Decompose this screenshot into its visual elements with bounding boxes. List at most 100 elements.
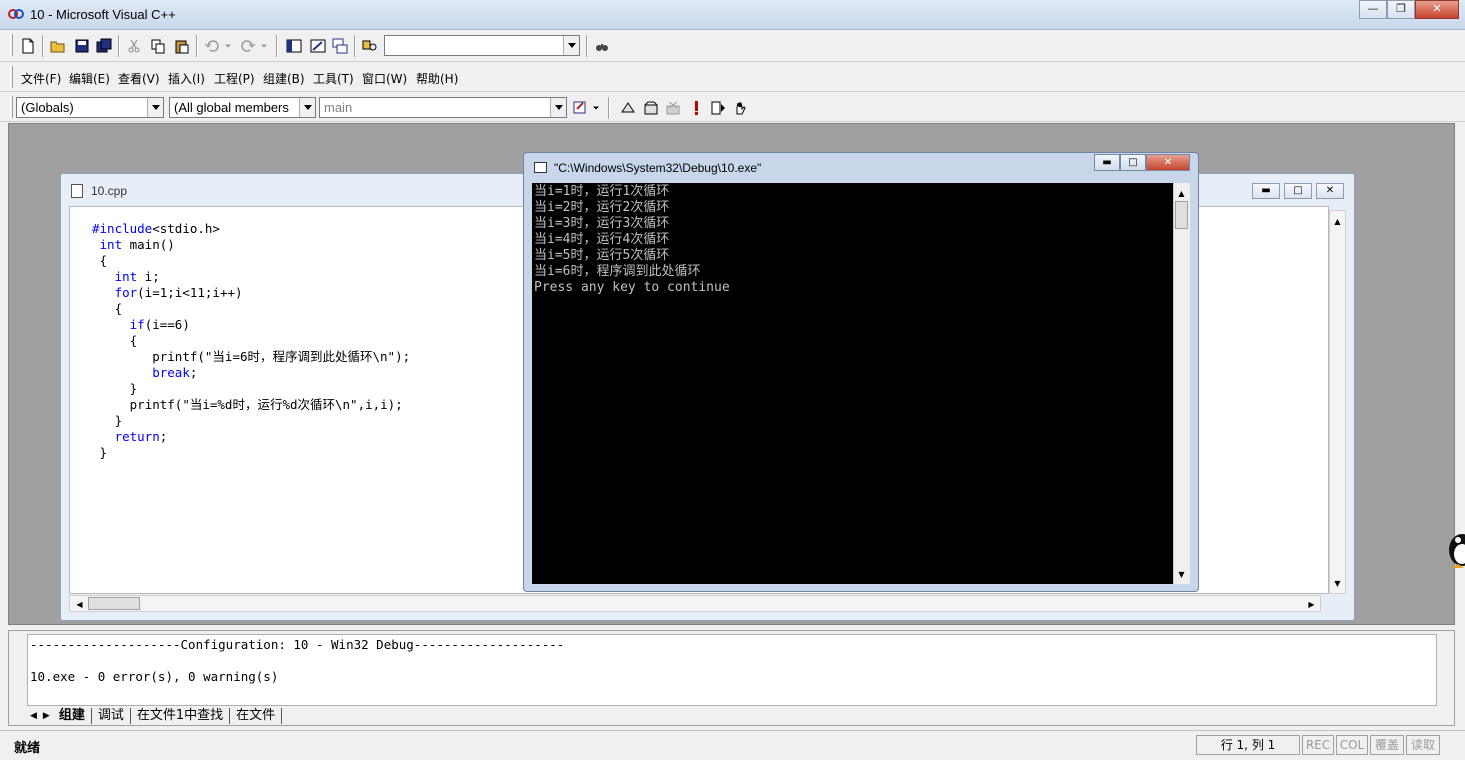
save-button[interactable] xyxy=(72,36,92,56)
editor-horizontal-scrollbar[interactable]: ◀ ▶ xyxy=(69,595,1321,612)
menu-file[interactable]: 文件(F) xyxy=(21,70,61,87)
console-scrollbar[interactable]: ▲ ▼ xyxy=(1173,183,1190,584)
code-line[interactable]: { xyxy=(92,253,410,269)
new-file-button[interactable] xyxy=(18,36,38,56)
menu-tools[interactable]: 工具(T) xyxy=(313,70,354,87)
menu-project[interactable]: 工程(P) xyxy=(214,70,255,87)
chevron-down-icon[interactable] xyxy=(563,36,579,55)
members-combo[interactable]: (All global members xyxy=(169,97,316,118)
scrollbar-thumb[interactable] xyxy=(1175,201,1188,229)
scroll-down-icon[interactable]: ▼ xyxy=(1330,575,1345,591)
find-in-files-button[interactable] xyxy=(360,36,380,56)
code-line[interactable]: { xyxy=(92,301,410,317)
output-button[interactable] xyxy=(308,36,328,56)
undo-icon xyxy=(204,40,219,52)
function-combo[interactable]: main xyxy=(319,97,567,118)
code-line[interactable]: int i; xyxy=(92,269,410,285)
menu-window[interactable]: 窗口(W) xyxy=(362,70,407,87)
console-window[interactable]: "C:\Windows\System32\Debug\10.exe" ▬ □ ✕… xyxy=(523,152,1199,592)
scrollbar-thumb[interactable] xyxy=(88,597,140,610)
menu-view[interactable]: 查看(V) xyxy=(118,70,160,87)
chevron-down-icon[interactable] xyxy=(299,98,315,117)
code-line[interactable]: printf("当i=6时，程序调到此处循环\n"); xyxy=(92,349,410,365)
code-line[interactable]: break; xyxy=(92,365,410,381)
console-icon xyxy=(534,162,547,173)
tab-debug[interactable]: 调试 xyxy=(92,708,131,724)
code-line[interactable]: } xyxy=(92,381,410,397)
code-line[interactable]: if(i==6) xyxy=(92,317,410,333)
code-line[interactable]: for(i=1;i<11;i++) xyxy=(92,285,410,301)
go-button[interactable] xyxy=(708,98,728,118)
menu-build[interactable]: 组建(B) xyxy=(263,70,305,87)
console-maximize-button[interactable]: □ xyxy=(1120,154,1146,171)
wizard-action-button[interactable] xyxy=(570,98,590,118)
save-all-button[interactable] xyxy=(94,36,114,56)
window-list-icon xyxy=(332,38,348,54)
tab-find-in-files-2[interactable]: 在文件 xyxy=(230,708,283,724)
code-text[interactable]: #include<stdio.h> int main() { int i; fo… xyxy=(92,221,410,461)
scroll-up-icon[interactable]: ▲ xyxy=(1330,213,1345,229)
source-minimize-button[interactable]: ▬ xyxy=(1252,183,1280,199)
scope-combo[interactable]: (Globals) xyxy=(16,97,164,118)
tab-scroll-next-icon[interactable]: ▶ xyxy=(40,711,53,721)
hand-icon xyxy=(736,101,746,115)
paste-button[interactable] xyxy=(172,36,192,56)
code-keyword: return xyxy=(114,429,160,444)
code-line[interactable]: #include<stdio.h> xyxy=(92,221,410,237)
scroll-right-icon[interactable]: ▶ xyxy=(1304,596,1319,612)
build-button[interactable] xyxy=(641,98,661,118)
code-line[interactable]: return; xyxy=(92,429,410,445)
wizard-action-dropdown[interactable] xyxy=(590,98,602,118)
toolbar-grip[interactable] xyxy=(10,96,13,118)
code-line[interactable]: } xyxy=(92,413,410,429)
code-line[interactable]: printf("当i=%d时，运行%d次循环\n",i,i); xyxy=(92,397,410,413)
insert-breakpoint-button[interactable] xyxy=(731,98,751,118)
undo-dropdown-button[interactable] xyxy=(222,36,234,56)
console-minimize-button[interactable]: ▬ xyxy=(1094,154,1120,171)
menu-help[interactable]: 帮助(H) xyxy=(416,70,458,87)
code-line[interactable]: } xyxy=(92,445,410,461)
code-text-span: printf("当i=6时，程序调到此处循环\n"); xyxy=(152,349,411,364)
undo-button[interactable] xyxy=(202,36,222,56)
code-line[interactable]: int main() xyxy=(92,237,410,253)
save-icon xyxy=(75,39,89,53)
workspace-button[interactable] xyxy=(284,36,304,56)
menu-insert[interactable]: 插入(I) xyxy=(168,70,205,87)
source-maximize-button[interactable]: □ xyxy=(1284,183,1312,199)
menu-edit[interactable]: 编辑(E) xyxy=(69,70,110,87)
window-list-button[interactable] xyxy=(330,36,350,56)
scissors-icon xyxy=(128,39,140,53)
source-close-button[interactable]: ✕ xyxy=(1316,183,1344,199)
close-button[interactable]: ✕ xyxy=(1415,0,1459,19)
minimize-button[interactable]: — xyxy=(1359,0,1387,19)
code-line[interactable]: { xyxy=(92,333,410,349)
tab-find-in-files-1[interactable]: 在文件1中查找 xyxy=(131,708,231,724)
scroll-left-icon[interactable]: ◀ xyxy=(72,596,87,612)
copy-button[interactable] xyxy=(148,36,168,56)
code-text-span: } xyxy=(114,413,123,428)
scroll-down-icon[interactable]: ▼ xyxy=(1174,566,1189,582)
find-button[interactable] xyxy=(592,36,612,56)
tab-scroll-first-icon[interactable]: ◀ xyxy=(27,711,40,721)
chevron-down-icon xyxy=(225,44,231,48)
cut-button[interactable] xyxy=(124,36,144,56)
console-close-button[interactable]: ✕ xyxy=(1146,154,1190,171)
open-button[interactable] xyxy=(48,36,68,56)
redo-dropdown-button[interactable] xyxy=(258,36,270,56)
build-output[interactable]: --------------------Configuration: 10 - … xyxy=(27,634,1437,706)
console-line: 当i=4时，运行4次循环 xyxy=(534,232,670,247)
chevron-down-icon[interactable] xyxy=(550,98,566,117)
stop-build-button[interactable] xyxy=(663,98,683,118)
chevron-down-icon[interactable] xyxy=(147,98,163,117)
maximize-button[interactable]: ❐ xyxy=(1387,0,1415,19)
console-output[interactable]: 当i=1时，运行1次循环 当i=2时，运行2次循环 当i=3时，运行3次循环 当i=4… xyxy=(532,183,1174,584)
tab-build[interactable]: 组建 xyxy=(53,708,92,724)
toolbar-grip[interactable] xyxy=(10,34,13,56)
scroll-up-icon[interactable]: ▲ xyxy=(1174,185,1189,201)
compile-button[interactable] xyxy=(618,98,638,118)
editor-vertical-scrollbar[interactable]: ▲ ▼ xyxy=(1329,210,1346,594)
toolbar-grip[interactable] xyxy=(10,66,13,88)
find-combo[interactable] xyxy=(384,35,580,56)
redo-button[interactable] xyxy=(238,36,258,56)
execute-button[interactable] xyxy=(686,98,706,118)
